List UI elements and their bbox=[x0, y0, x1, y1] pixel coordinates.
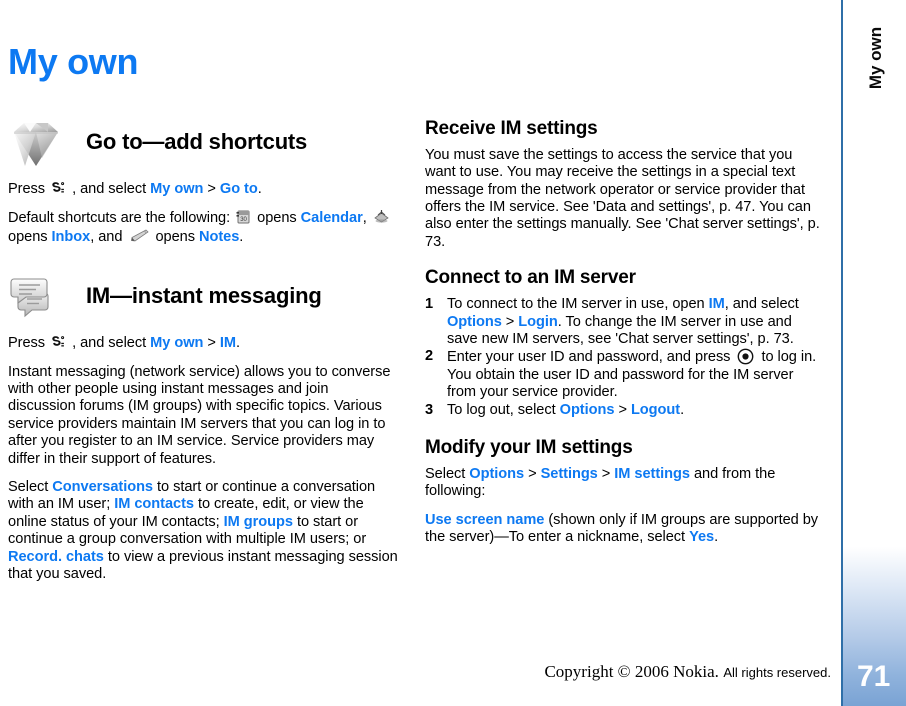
modify-sep-1: > bbox=[528, 465, 537, 482]
step3-sep: > bbox=[618, 401, 627, 418]
page-title: My own bbox=[8, 41, 139, 82]
inbox-icon bbox=[373, 209, 390, 224]
goto-comma-1: , bbox=[362, 210, 367, 227]
goto-defaults-text-c: opens bbox=[8, 228, 48, 245]
modify-sep-2: > bbox=[601, 465, 611, 482]
goto-link-calendar[interactable]: Calendar bbox=[301, 210, 363, 226]
im-heading-block: IM—instant messaging bbox=[8, 272, 400, 328]
goto-sep-1: > bbox=[207, 181, 216, 197]
goto-press-text-b: , and select bbox=[72, 181, 147, 197]
list-item: 1 To connect to the IM server in use, op… bbox=[425, 296, 821, 348]
footer: Copyright © 2006 Nokia. All rights reser… bbox=[0, 662, 841, 682]
manual-page: My own Go to—add shortcuts Press , and s… bbox=[0, 0, 906, 706]
im-sep-1: > bbox=[207, 335, 216, 352]
menu-key-icon bbox=[51, 334, 66, 350]
goto-link-goto[interactable]: Go to bbox=[220, 181, 258, 197]
step3-link-logout[interactable]: Logout bbox=[631, 402, 680, 418]
right-column: Receive IM settings You must save the se… bbox=[425, 118, 821, 546]
pen-icon bbox=[128, 228, 150, 243]
im-press-text-b: , and select bbox=[72, 335, 147, 352]
goto-defaults-text-b: opens bbox=[257, 210, 297, 227]
diamond-gem-icon bbox=[8, 118, 64, 170]
goto-period-1: . bbox=[257, 181, 262, 197]
im-select-text-a: Select bbox=[8, 479, 49, 496]
svg-text:30: 30 bbox=[240, 217, 247, 223]
sidebar-chapter-label: My own bbox=[866, 26, 885, 90]
left-column: Go to—add shortcuts Press , and select M… bbox=[8, 118, 400, 584]
im-link-myown[interactable]: My own bbox=[150, 335, 203, 351]
im-link-im[interactable]: IM bbox=[220, 335, 236, 351]
copyright-text: Copyright © 2006 Nokia. bbox=[544, 662, 719, 681]
modify-period: . bbox=[714, 529, 719, 546]
step1-text-a: To connect to the IM server in use, open bbox=[447, 296, 705, 313]
im-press-paragraph: Press , and select My own > IM. bbox=[8, 334, 400, 352]
modify-link-yes[interactable]: Yes bbox=[689, 529, 714, 545]
rights-reserved-text: All rights reserved. bbox=[723, 665, 831, 680]
im-period-1: . bbox=[236, 335, 241, 352]
step-number: 1 bbox=[425, 296, 434, 313]
receive-im-settings-heading: Receive IM settings bbox=[425, 118, 598, 139]
modify-link-im-settings[interactable]: IM settings bbox=[614, 466, 690, 482]
modify-text-a: Select bbox=[425, 465, 466, 482]
step1-text-b: , and select bbox=[724, 296, 799, 313]
connect-steps-list: 1 To connect to the IM server in use, op… bbox=[425, 296, 821, 419]
goto-press-text-a: Press bbox=[8, 181, 46, 197]
goto-defaults-text-d: , and bbox=[90, 228, 123, 245]
connect-im-server-heading: Connect to an IM server bbox=[425, 267, 636, 289]
speech-bubbles-icon bbox=[8, 272, 64, 324]
im-link-conversations[interactable]: Conversations bbox=[52, 479, 153, 495]
step3-period: . bbox=[680, 401, 685, 418]
modify-link-use-screen-name[interactable]: Use screen name bbox=[425, 512, 544, 528]
step1-link-options[interactable]: Options bbox=[447, 314, 502, 330]
sidebar-chapter-tab: My own bbox=[848, 27, 904, 158]
step3-text-a: To log out, select bbox=[447, 401, 556, 418]
menu-key-icon bbox=[51, 180, 66, 196]
im-link-im-contacts[interactable]: IM contacts bbox=[114, 496, 194, 512]
im-link-im-groups[interactable]: IM groups bbox=[224, 514, 293, 530]
page-number: 71 bbox=[857, 660, 891, 693]
goto-press-paragraph: Press , and select My own > Go to. bbox=[8, 180, 400, 198]
goto-defaults-text-e: opens bbox=[155, 228, 195, 245]
step1-link-login[interactable]: Login bbox=[518, 314, 558, 330]
goto-period-2: . bbox=[239, 228, 244, 245]
step-number: 3 bbox=[425, 401, 434, 418]
goto-link-inbox[interactable]: Inbox bbox=[52, 229, 91, 245]
im-description-paragraph: Instant messaging (network service) allo… bbox=[8, 363, 391, 467]
modify-im-settings-heading: Modify your IM settings bbox=[425, 436, 633, 458]
step1-link-im[interactable]: IM bbox=[709, 296, 725, 312]
goto-defaults-text-a: Default shortcuts are the following: bbox=[8, 210, 231, 227]
use-screen-name-paragraph: Use screen name (shown only if IM groups… bbox=[425, 512, 821, 547]
im-heading: IM—instant messaging bbox=[86, 283, 322, 309]
step2-text-a: Enter your user ID and password, and pre… bbox=[447, 349, 731, 366]
list-item: 2 Enter your user ID and password, and p… bbox=[425, 348, 821, 401]
modify-select-paragraph: Select Options > Settings > IM settings … bbox=[425, 466, 821, 501]
goto-link-notes[interactable]: Notes bbox=[199, 229, 239, 245]
receive-im-settings-body: You must save the settings to access the… bbox=[425, 146, 820, 250]
goto-link-myown[interactable]: My own bbox=[150, 181, 203, 197]
goto-heading-block: Go to—add shortcuts bbox=[8, 118, 400, 174]
im-select-paragraph: Select Conversations to start or continu… bbox=[8, 479, 400, 583]
calendar-icon: 30 bbox=[236, 209, 251, 225]
im-press-text-a: Press bbox=[8, 335, 46, 352]
scroll-select-key-icon bbox=[737, 348, 754, 365]
modify-link-options[interactable]: Options bbox=[469, 466, 524, 482]
step3-link-options[interactable]: Options bbox=[560, 402, 615, 418]
chapter-sidebar: My own 71 bbox=[841, 0, 906, 706]
modify-link-settings[interactable]: Settings bbox=[541, 466, 598, 482]
goto-heading: Go to—add shortcuts bbox=[86, 129, 308, 154]
page-content: My own Go to—add shortcuts Press , and s… bbox=[0, 0, 841, 706]
goto-defaults-paragraph: Default shortcuts are the following: 30 … bbox=[8, 209, 400, 246]
im-link-record-chats[interactable]: Record. chats bbox=[8, 549, 104, 565]
step1-sep: > bbox=[505, 313, 515, 330]
step-number: 2 bbox=[425, 348, 434, 365]
list-item: 3 To log out, select Options > Logout. bbox=[425, 402, 821, 419]
